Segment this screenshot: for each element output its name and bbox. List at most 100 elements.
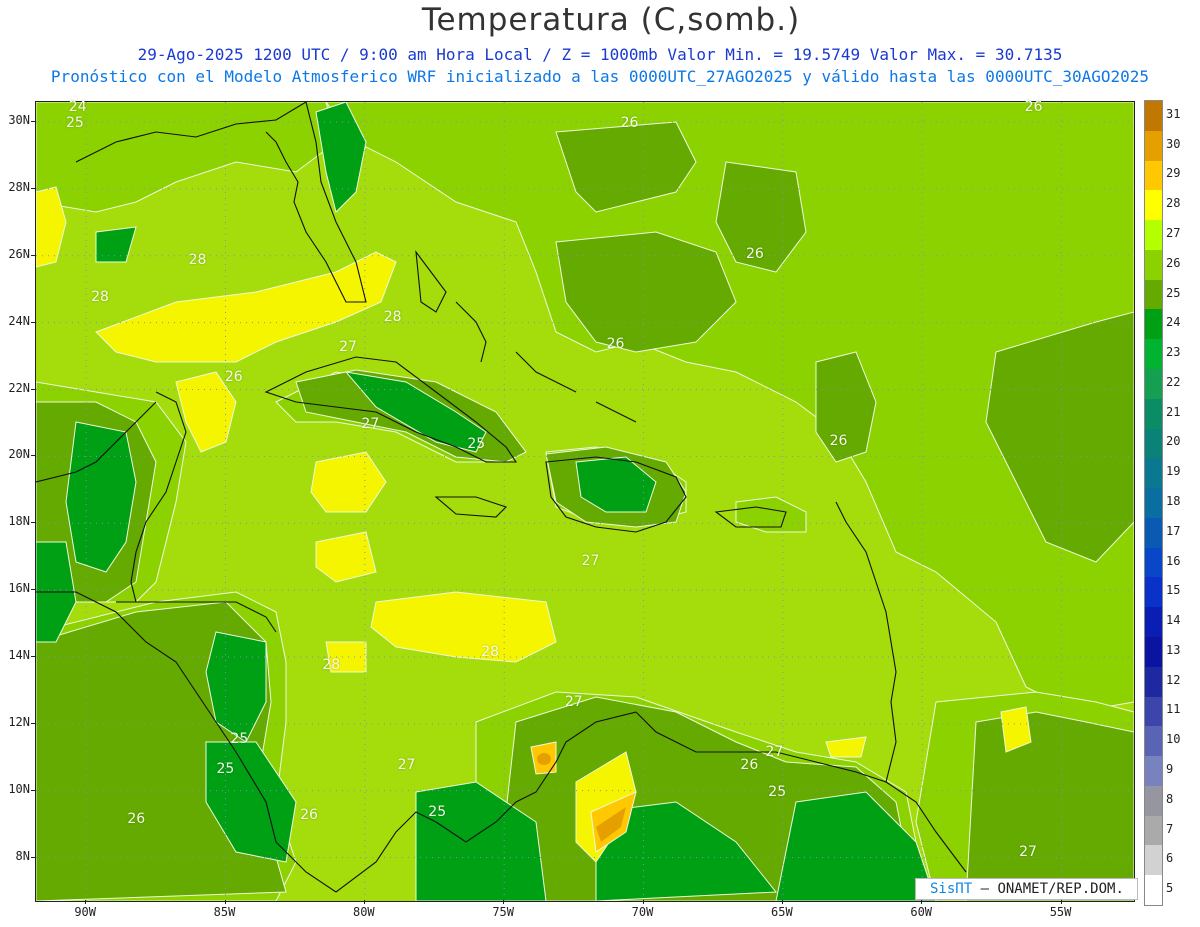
lat-tick-mark (31, 455, 35, 457)
contour-value-label: 25 (467, 436, 486, 453)
contour-value-label: 25 (230, 730, 249, 747)
lat-tick-label: 16N (8, 581, 30, 596)
color-scale-label: 28 (1166, 196, 1181, 211)
run-info-line: 29-Ago-2025 1200 UTC / 9:00 am Hora Loca… (137, 45, 1063, 64)
contour-value-label: 27 (765, 743, 784, 760)
lat-tick-mark (31, 121, 35, 123)
lon-tick-mark (1060, 900, 1062, 904)
lon-tick-label: 90W (74, 905, 96, 919)
color-scale-swatch (1145, 696, 1162, 727)
color-scale-label: 12 (1166, 672, 1181, 687)
contour-value-label: 26 (1024, 98, 1043, 115)
contour-value-label: 28 (188, 252, 207, 269)
color-scale-swatch (1145, 517, 1162, 549)
color-scale-label: 14 (1166, 613, 1181, 628)
contour-value-label: 26 (745, 245, 764, 262)
contour-value-label: 28 (383, 309, 402, 326)
lat-tick-mark (31, 388, 35, 390)
lon-tick-label: 65W (771, 905, 793, 919)
model-info-line: Pronóstico con el Modelo Atmosferico WRF… (50, 67, 1150, 86)
color-scale-label: 18 (1166, 494, 1181, 508)
color-scale-swatch (1145, 398, 1162, 430)
temperature-map (36, 102, 1134, 901)
contour-value-label: 26 (127, 810, 146, 827)
color-scale-label: 25 (1166, 285, 1181, 300)
contour-value-label: 27 (361, 416, 380, 433)
lon-tick-label: 80W (352, 905, 375, 919)
color-scale-label: 7 (1166, 821, 1174, 836)
contour-value-label: 28 (322, 656, 341, 673)
contour-value-label: 25 (768, 784, 787, 801)
lat-tick-label: 20N (8, 447, 30, 462)
color-scale-label: 24 (1166, 315, 1181, 330)
color-scale-swatch (1145, 875, 1162, 906)
contour-value-label: 26 (740, 757, 759, 774)
contour-value-label: 27 (1019, 844, 1037, 861)
lat-tick-mark (31, 722, 35, 724)
color-scale-swatch (1145, 547, 1162, 578)
color-scale-label: 11 (1166, 702, 1181, 717)
color-scale-swatch (1145, 488, 1162, 519)
color-scale-swatch (1145, 130, 1162, 162)
color-scale-label: 17 (1166, 523, 1181, 538)
contour-value-label: 25 (428, 804, 447, 821)
contour-value-label: 26 (606, 336, 625, 353)
lat-tick-mark (31, 655, 35, 657)
color-scale-label: 13 (1166, 642, 1181, 657)
color-scale-swatch (1145, 815, 1162, 846)
lon-tick-label: 70W (631, 905, 654, 919)
contour-value-label: 25 (66, 115, 84, 132)
color-scale-swatch (1145, 577, 1162, 608)
color-scale-label: 9 (1166, 762, 1174, 776)
lon-tick-mark (85, 900, 87, 904)
color-scale-label: 15 (1166, 583, 1181, 598)
color-scale-label: 31 (1166, 106, 1181, 121)
color-scale-label: 10 (1166, 732, 1181, 747)
color-scale-swatch (1145, 428, 1162, 459)
lat-tick-label: 12N (8, 714, 30, 729)
lat-tick-label: 30N (8, 113, 30, 128)
lat-tick-mark (31, 522, 35, 524)
lat-tick-label: 14N (8, 647, 30, 662)
color-scale-label: 6 (1166, 851, 1174, 866)
color-scale-label: 22 (1166, 374, 1181, 389)
color-scale-swatch (1145, 279, 1162, 310)
color-scale-swatch (1145, 101, 1162, 132)
color-scale-swatch (1145, 339, 1162, 370)
contour-value-label: 26 (829, 432, 848, 449)
lon-tick-mark (224, 900, 226, 904)
map-title: Temperatura (C,somb.) (421, 2, 801, 38)
color-scale-swatch (1145, 726, 1162, 757)
color-scale-label: 27 (1166, 226, 1181, 240)
contour-value-label: 27 (564, 693, 583, 710)
color-scale-swatch (1145, 637, 1162, 668)
color-scale-swatch (1145, 607, 1162, 638)
map-frame (35, 101, 1135, 902)
color-scale-label: 8 (1166, 791, 1174, 806)
credit-brand: SisПТ (930, 881, 973, 897)
lon-tick-mark (503, 900, 505, 904)
color-scale-label: 5 (1166, 881, 1174, 896)
color-scale-swatch (1145, 666, 1162, 698)
lon-tick-mark (921, 900, 923, 904)
color-scale-swatch (1145, 785, 1162, 817)
lon-tick-mark (363, 900, 365, 904)
color-scale-label: 16 (1166, 553, 1181, 568)
color-scale-swatch (1145, 160, 1162, 191)
color-scale-label: 21 (1166, 404, 1181, 419)
contour-value-label: 28 (481, 643, 500, 660)
contour-value-label: 28 (91, 289, 109, 306)
lon-tick-label: 55W (1049, 905, 1072, 919)
lat-tick-label: 26N (8, 246, 30, 261)
color-scale-label: 29 (1166, 166, 1181, 181)
lat-tick-mark (31, 321, 35, 323)
lon-tick-mark (642, 900, 644, 904)
lat-tick-label: 10N (8, 781, 30, 796)
color-scale-swatch (1145, 845, 1162, 876)
color-scale-label: 26 (1166, 255, 1181, 270)
contour-value-label: 26 (224, 369, 243, 386)
lon-tick-label: 85W (213, 905, 236, 919)
color-scale-swatch (1145, 190, 1162, 221)
credit-box: SisПТ – ONAMET/REP.DOM. (915, 878, 1138, 900)
lat-tick-label: 18N (8, 514, 30, 529)
